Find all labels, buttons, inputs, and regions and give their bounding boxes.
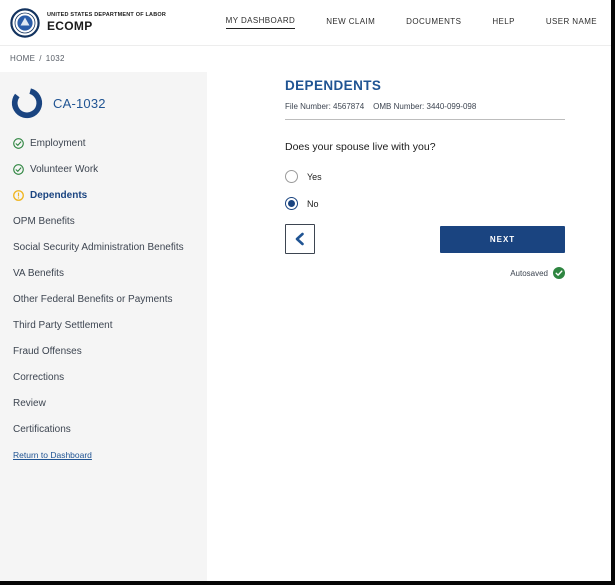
check-circle-icon (13, 163, 24, 175)
sidebar-item-certifications[interactable]: Certifications (0, 416, 207, 442)
form-code: CA-1032 (53, 95, 106, 111)
agency-name: UNITED STATES DEPARTMENT OF LABOR (47, 12, 167, 18)
sidebar-item-other-federal-benefits-or-payments[interactable]: Other Federal Benefits or Payments (0, 286, 207, 312)
back-button[interactable] (285, 224, 315, 254)
breadcrumb-separator: / (39, 54, 42, 63)
sidebar-item-third-party-settlement[interactable]: Third Party Settlement (0, 312, 207, 338)
sidebar-item-label: OPM Benefits (13, 215, 75, 227)
brand-text: UNITED STATES DEPARTMENT OF LABOR ECOMP (47, 12, 166, 33)
brand[interactable]: UNITED STATES DEPARTMENT OF LABOR ECOMP (10, 7, 166, 38)
next-button[interactable]: NEXT (440, 225, 565, 253)
sidebar-item-va-benefits[interactable]: VA Benefits (0, 260, 207, 286)
actions-row: NEXT (285, 224, 565, 254)
ecomp-window: UNITED STATES DEPARTMENT OF LABOR ECOMP … (0, 0, 615, 585)
sidebar-item-label: Corrections (13, 371, 65, 383)
nav-documents[interactable]: DOCUMENTS (406, 17, 461, 29)
radio-option-yes[interactable]: Yes (285, 170, 565, 183)
form-header: CA-1032 (0, 86, 207, 120)
form-meta: File Number: 4567874 OMB Number: 3440-09… (285, 102, 565, 120)
sidebar-item-social-security-administration-benefits[interactable]: Social Security Administration Benefits (0, 234, 207, 260)
warning-circle-icon (13, 189, 24, 201)
main-content: DEPENDENTS File Number: 4567874 OMB Numb… (285, 78, 565, 279)
app-name: ECOMP (47, 19, 93, 33)
sidebar-item-label: Fraud Offenses (13, 345, 82, 357)
sidebar-item-opm-benefits[interactable]: OPM Benefits (0, 208, 207, 234)
autosaved-label: Autosaved (510, 268, 548, 278)
autosaved-check-icon (553, 267, 565, 279)
autosave-status: Autosaved (285, 267, 565, 279)
sidebar-item-label: Third Party Settlement (13, 319, 113, 331)
sidebar-nav: Employment Volunteer Work Dependents OPM Be… (0, 130, 207, 442)
sidebar-item-employment[interactable]: Employment (0, 130, 207, 156)
breadcrumb-current: 1032 (45, 54, 65, 63)
page-title: DEPENDENTS (285, 78, 382, 93)
sidebar-item-corrections[interactable]: Corrections (0, 364, 207, 390)
sidebar-item-label: Social Security Administration Benefits (13, 241, 184, 253)
app-header: UNITED STATES DEPARTMENT OF LABOR ECOMP … (0, 0, 611, 46)
radio-option-label: Yes (307, 171, 322, 182)
radio-option-label: No (307, 198, 319, 209)
sidebar-item-label: Volunteer Work (30, 163, 99, 175)
sidebar-item-label: Employment (30, 137, 86, 149)
radio-group: Yes No (285, 170, 565, 210)
sidebar: CA-1032 Employment Volunteer Work Dependen… (0, 72, 207, 581)
nav-user-name[interactable]: USER NAME (546, 17, 597, 29)
nav-help[interactable]: HELP (492, 17, 515, 29)
progress-ring-icon (10, 86, 44, 120)
question-text: Does your spouse live with you? (285, 141, 436, 153)
breadcrumb-home-link[interactable]: HOME (10, 54, 35, 63)
sidebar-item-review[interactable]: Review (0, 390, 207, 416)
breadcrumb: HOME / 1032 (10, 54, 65, 63)
chevron-left-icon (294, 232, 306, 246)
radio-selected-icon (285, 197, 298, 210)
sidebar-item-label: Certifications (13, 423, 71, 435)
sidebar-item-fraud-offenses[interactable]: Fraud Offenses (0, 338, 207, 364)
sidebar-item-label: Dependents (30, 189, 88, 201)
dol-seal-logo (10, 7, 40, 38)
sidebar-item-volunteer-work[interactable]: Volunteer Work (0, 156, 207, 182)
return-to-dashboard-link[interactable]: Return to Dashboard (13, 450, 92, 460)
file-number: File Number: 4567874 (285, 102, 365, 111)
sidebar-item-label: Review (13, 397, 46, 409)
sidebar-item-dependents[interactable]: Dependents (0, 182, 207, 208)
radio-unselected-icon (285, 170, 298, 183)
check-circle-icon (13, 137, 24, 149)
sidebar-item-label: Other Federal Benefits or Payments (13, 293, 173, 305)
sidebar-item-label: VA Benefits (13, 267, 64, 279)
nav-new-claim[interactable]: NEW CLAIM (326, 17, 375, 29)
top-nav: MY DASHBOARD NEW CLAIM DOCUMENTS HELP USER N… (225, 16, 597, 29)
radio-option-no[interactable]: No (285, 197, 565, 210)
omb-number: OMB Number: 3440-099-098 (373, 102, 477, 111)
nav-my-dashboard[interactable]: MY DASHBOARD (225, 16, 296, 29)
